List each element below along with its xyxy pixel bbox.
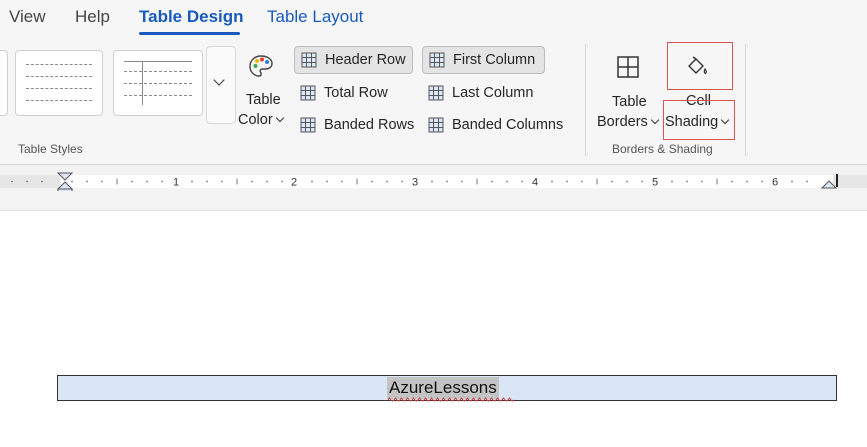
- ruler-tick-dot: [806, 180, 808, 183]
- ruler-tick-dot: [431, 180, 433, 183]
- ruler-tick-dot: [491, 180, 493, 183]
- table-style-thumbnail-1[interactable]: [15, 50, 103, 116]
- last-column-checkbox[interactable]: Last Column: [422, 79, 545, 107]
- ruler-tick-dot: [791, 180, 793, 183]
- table-color-label-line1: Table: [246, 92, 281, 108]
- ruler-number: 2: [291, 177, 297, 189]
- ruler-tick-dot: [341, 180, 343, 183]
- ruler-tick-dot: [701, 180, 703, 183]
- ruler-tick-dot: [221, 180, 223, 183]
- ruler-tick-dot: [761, 180, 763, 183]
- ruler-tick-dot: [86, 180, 88, 183]
- table-cell[interactable]: AzureLessons: [57, 375, 837, 402]
- ruler-tick-dot: [626, 180, 628, 183]
- dropdown-caret-icon: [650, 115, 660, 125]
- table-grid-icon: [428, 117, 444, 133]
- ruler-tick-dot: [521, 180, 523, 183]
- tab-table-layout[interactable]: Table Layout: [267, 7, 363, 27]
- ruler-tick-dot: [71, 180, 73, 183]
- cell-text-selected[interactable]: AzureLessons: [387, 377, 499, 399]
- ruler-tick-dot: [611, 180, 613, 183]
- ruler-tick-dot: [446, 180, 448, 183]
- total-row-checkbox[interactable]: Total Row: [294, 79, 413, 107]
- table-borders-label-line2: Borders: [597, 114, 660, 130]
- table-grid-icon: [300, 85, 316, 101]
- ruler-tick-dot: [566, 180, 568, 183]
- tab-help[interactable]: Help: [75, 7, 110, 27]
- ruler-tick-dot: [581, 180, 583, 183]
- ruler-tick-dot: [11, 180, 13, 183]
- table-grid-icon: [301, 52, 317, 68]
- ruler-number: 4: [532, 177, 538, 189]
- first-column-checkbox[interactable]: First Column: [422, 46, 545, 74]
- ruler-number: 5: [652, 177, 658, 189]
- ruler-tick-dot: [266, 180, 268, 183]
- ruler-tick-dot: [311, 180, 313, 183]
- ruler-number: 3: [412, 177, 418, 189]
- ruler-tick-dot: [326, 180, 328, 183]
- chevron-down-icon: [213, 74, 225, 86]
- group-separator: [585, 44, 586, 156]
- ruler-tick-dot: [206, 180, 208, 183]
- ruler-tick-dot: [401, 180, 403, 183]
- tab-table-design[interactable]: Table Design: [139, 7, 244, 27]
- ruler-tick-dot: [506, 180, 508, 183]
- ribbon: Table Styles Table Color Header Row Firs…: [0, 38, 867, 165]
- table-grid-icon: [300, 117, 316, 133]
- ruler-tick-dot: [191, 180, 193, 183]
- group-label-borders-shading: Borders & Shading: [612, 142, 713, 156]
- table-borders-button[interactable]: Table Borders: [596, 48, 662, 136]
- cell-shading-icon-highlight: [667, 42, 733, 90]
- table-color-label-line2: Color: [238, 112, 284, 128]
- document-page[interactable]: AzureLessons: [0, 211, 867, 447]
- ruler-tick-dot: [101, 180, 103, 183]
- table-color-button[interactable]: Table Color: [238, 48, 290, 134]
- ribbon-tab-bar: View Help Table Design Table Layout: [0, 0, 867, 38]
- palette-icon: [249, 55, 273, 77]
- ruler-tick-dot: [671, 180, 673, 183]
- banded-rows-checkbox[interactable]: Banded Rows: [294, 111, 420, 139]
- tab-view[interactable]: View: [9, 7, 46, 27]
- ruler-tick-dot: [281, 180, 283, 183]
- table-borders-label-line1: Table: [612, 94, 647, 110]
- header-row-checkbox[interactable]: Header Row: [294, 46, 413, 74]
- table-style-thumbnail-partial[interactable]: [0, 50, 8, 116]
- ruler-tick-dot: [146, 180, 148, 183]
- banded-columns-checkbox[interactable]: Banded Columns: [422, 111, 574, 139]
- group-separator: [745, 44, 746, 156]
- ruler-tick-dot: [746, 180, 748, 183]
- active-tab-indicator: [139, 32, 240, 35]
- ruler-tick-dot: [386, 180, 388, 183]
- borders-icon: [617, 56, 639, 78]
- group-label-table-styles: Table Styles: [18, 142, 83, 156]
- table-grid-icon: [428, 85, 444, 101]
- ruler-tick-dot: [161, 180, 163, 183]
- ruler-number: 6: [772, 177, 778, 189]
- cell-shading-dropdown-highlight: [663, 100, 735, 140]
- ruler-scale: 1 2 3 4 5 6: [0, 172, 867, 191]
- ruler-tick-dot: [551, 180, 553, 183]
- ruler-number: 1: [173, 177, 179, 189]
- table-grid-icon: [429, 52, 445, 68]
- ruler-tick-dot: [26, 180, 28, 183]
- ruler-tick-dot: [251, 180, 253, 183]
- horizontal-ruler: 1 2 3 4 5 6: [0, 165, 867, 211]
- spellcheck-underline: [387, 397, 515, 402]
- ruler-tick-dot: [641, 180, 643, 183]
- ruler-tick-dot: [41, 180, 43, 183]
- table-style-thumbnail-2[interactable]: [113, 50, 203, 116]
- ruler-tick-dot: [731, 180, 733, 183]
- ruler-tick-dot: [131, 180, 133, 183]
- table-styles-more-button[interactable]: [206, 46, 236, 124]
- dropdown-caret-icon: [275, 113, 284, 123]
- ruler-tick-dot: [461, 180, 463, 183]
- ruler-tick-dot: [371, 180, 373, 183]
- ruler-tick-dot: [686, 180, 688, 183]
